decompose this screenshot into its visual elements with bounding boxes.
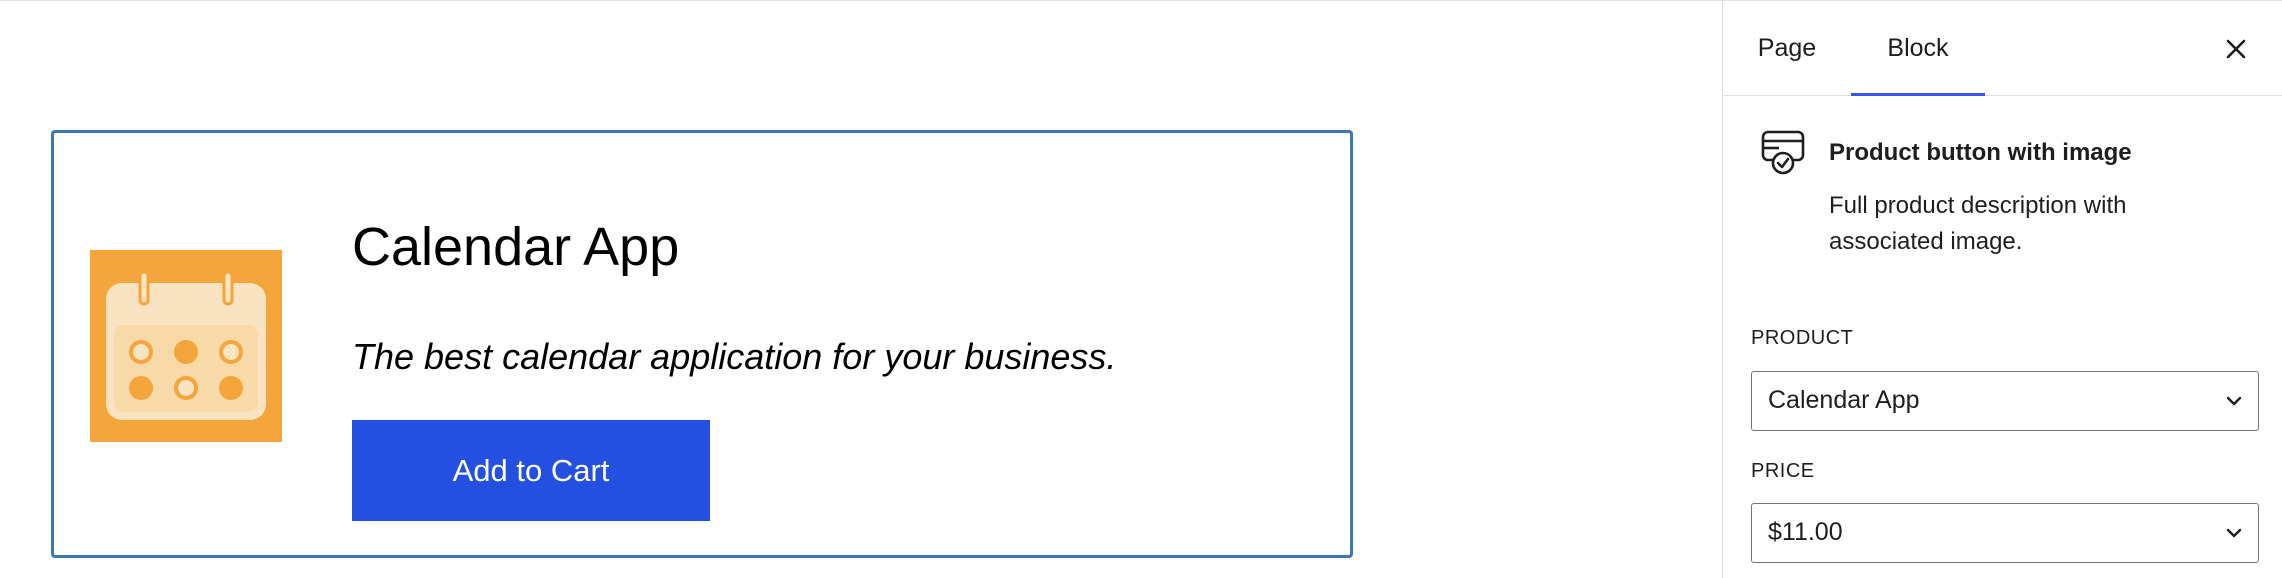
close-icon (2226, 39, 2246, 59)
product-button-icon (1761, 130, 1805, 175)
price-field-label: PRICE (1751, 460, 1815, 482)
editor-window: Calendar App The best calendar applicati… (0, 0, 2282, 578)
chevron-down-icon (2226, 528, 2242, 538)
tab-page[interactable]: Page (1723, 1, 1851, 96)
block-card-title: Product button with image (1829, 139, 2132, 166)
block-card-description: Full product description with associated… (1829, 192, 2127, 255)
active-tab-indicator (1851, 93, 1985, 96)
price-select-value: $11.00 (1768, 518, 1843, 546)
price-select[interactable]: $11.00 (1751, 503, 2259, 563)
product-select-value: Calendar App (1768, 386, 1920, 414)
editor-canvas[interactable]: Calendar App The best calendar applicati… (0, 1, 1722, 578)
sidebar-tabs: Page Block (1723, 1, 2282, 96)
chevron-down-icon (2226, 396, 2242, 406)
calendar-icon (90, 250, 282, 442)
product-description[interactable]: The best calendar application for your b… (352, 336, 1116, 378)
settings-sidebar: Page Block Product button with image Ful… (1722, 1, 2282, 578)
product-field-label: PRODUCT (1751, 327, 1854, 349)
product-block[interactable]: Calendar App The best calendar applicati… (51, 130, 1353, 558)
close-sidebar-button[interactable] (2212, 25, 2260, 73)
product-title[interactable]: Calendar App (352, 216, 679, 278)
add-to-cart-button[interactable]: Add to Cart (352, 420, 710, 521)
product-select[interactable]: Calendar App (1751, 371, 2259, 431)
tab-block[interactable]: Block (1851, 1, 1985, 96)
